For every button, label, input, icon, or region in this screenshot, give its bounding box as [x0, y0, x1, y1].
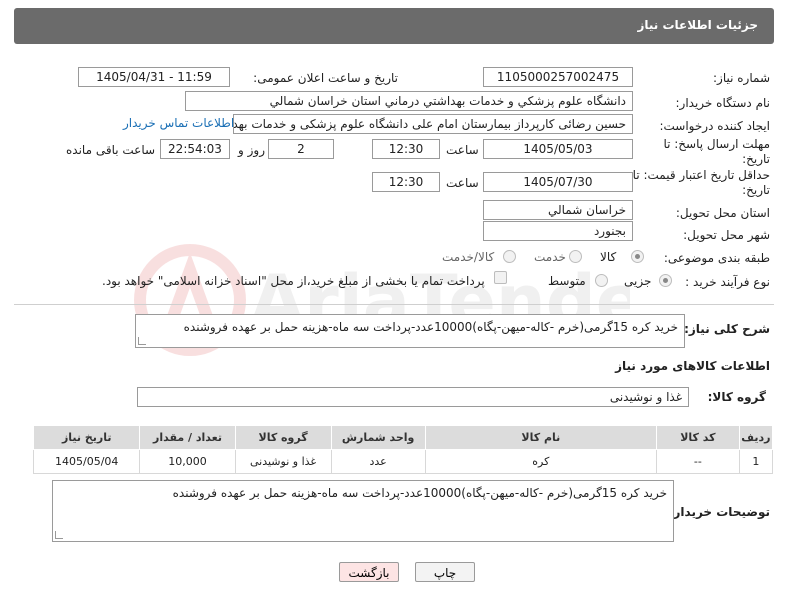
process-minor-label: جزیی: [624, 274, 652, 288]
col-header-name: نام کالا: [424, 425, 658, 450]
province-field: خراسان شمالي: [483, 200, 633, 220]
resize-grip-icon[interactable]: [55, 531, 63, 539]
category-both-label: کالا/خدمت: [442, 250, 495, 264]
province-label: استان محل تحویل:: [675, 206, 770, 220]
deadline-time-label: ساعت: [446, 143, 479, 157]
treasury-payment-checkbox[interactable]: [494, 271, 507, 284]
col-header-unit: واحد شمارش: [330, 425, 426, 450]
deadline-date-field: 1405/05/03: [483, 139, 633, 159]
validity-time-label: ساعت: [446, 176, 479, 190]
col-header-group: گروه کالا: [234, 425, 332, 450]
city-label: شهر محل تحویل:: [683, 228, 770, 242]
summary-textarea: خرید کره 15گرمی(خرم -کاله-میهن-پگاه)1000…: [135, 314, 685, 348]
cell-unit: عدد: [330, 449, 426, 474]
print-button[interactable]: چاپ: [415, 562, 475, 582]
table-row: 1 -- کره عدد غذا و نوشیدنی 10,000 1405/0…: [32, 449, 774, 474]
days-label: روز و: [238, 143, 265, 157]
need-number-field: 1105000257002475: [483, 67, 633, 87]
items-table: ردیف کد کالا نام کالا واحد شمارش گروه کا…: [32, 425, 774, 474]
process-minor-radio[interactable]: [659, 274, 672, 287]
col-header-row-number: ردیف: [738, 425, 774, 450]
process-medium-radio[interactable]: [595, 274, 608, 287]
col-header-date: تاریخ نیاز: [32, 425, 141, 450]
process-medium-label: متوسط: [548, 274, 586, 288]
treasury-payment-note: پرداخت تمام یا بخشی از مبلغ خرید،از محل …: [102, 274, 485, 288]
city-field: بجنورد: [483, 221, 633, 241]
category-label: طبقه بندی موضوعی:: [663, 251, 770, 265]
resize-grip-icon[interactable]: [138, 337, 146, 345]
creator-label: ایجاد کننده درخواست:: [659, 119, 770, 133]
cell-code: --: [656, 449, 740, 474]
goods-group-label: گروه کالا:: [707, 390, 766, 404]
process-label: نوع فرآیند خرید :: [685, 275, 770, 289]
goods-group-field: غذا و نوشیدنی: [137, 387, 689, 407]
buyer-org-label: نام دستگاه خریدار:: [675, 96, 771, 110]
validity-date-field: 1405/07/30: [483, 172, 633, 192]
buyer-notes-textarea: خرید کره 15گرمی(خرم -کاله-میهن-پگاه)1000…: [52, 480, 674, 542]
remaining-time-field: 22:54:03: [160, 139, 230, 159]
buyer-contact-link[interactable]: اطلاعات تماس خریدار: [123, 116, 234, 130]
category-service-radio[interactable]: [569, 250, 582, 263]
col-header-quantity: تعداد / مقدار: [139, 425, 236, 450]
page-title: جزئیات اطلاعات نیاز: [637, 18, 758, 32]
announce-field: 1405/04/31 - 11:59: [78, 67, 230, 87]
need-number-label: شماره نیاز:: [713, 71, 770, 85]
buyer-notes-text: خرید کره 15گرمی(خرم -کاله-میهن-پگاه)1000…: [172, 486, 667, 500]
deadline-label: مهلت ارسال پاسخ: تا تاریخ:: [663, 137, 770, 166]
cell-name: کره: [424, 449, 658, 474]
summary-text: خرید کره 15گرمی(خرم -کاله-میهن-پگاه)1000…: [183, 320, 678, 334]
validity-label: حداقل تاریخ اعتبار قیمت: تا تاریخ:: [632, 168, 770, 197]
announce-label: تاریخ و ساعت اعلان عمومی:: [253, 71, 398, 85]
buyer-org-field: دانشگاه علوم پزشکي و خدمات بهداشتي درمان…: [185, 91, 633, 111]
remaining-label: ساعت باقی مانده: [66, 143, 156, 157]
summary-label: شرح کلی نیاز:: [684, 322, 770, 336]
back-button[interactable]: بازگشت: [339, 562, 399, 582]
cell-row-number: 1: [738, 449, 774, 474]
days-field: 2: [268, 139, 334, 159]
col-header-code: کد کالا: [656, 425, 740, 450]
creator-field: حسین رضائی کارپرداز بیمارستان امام علی د…: [233, 114, 633, 134]
divider: [14, 304, 774, 305]
deadline-time-field: 12:30: [372, 139, 440, 159]
goods-section-title: اطلاعات کالاهای مورد نیاز: [615, 359, 770, 373]
category-both-radio[interactable]: [503, 250, 516, 263]
category-service-label: خدمت: [534, 250, 566, 264]
cell-date: 1405/05/04: [32, 449, 141, 474]
table-header-row: ردیف کد کالا نام کالا واحد شمارش گروه کا…: [32, 425, 774, 450]
category-goods-radio[interactable]: [631, 250, 644, 263]
buyer-notes-label: توضیحات خریدار:: [668, 505, 770, 519]
header-bar: جزئیات اطلاعات نیاز: [14, 8, 774, 44]
validity-time-field: 12:30: [372, 172, 440, 192]
category-goods-label: کالا: [600, 250, 617, 264]
cell-group: غذا و نوشیدنی: [234, 449, 332, 474]
cell-quantity: 10,000: [139, 449, 236, 474]
